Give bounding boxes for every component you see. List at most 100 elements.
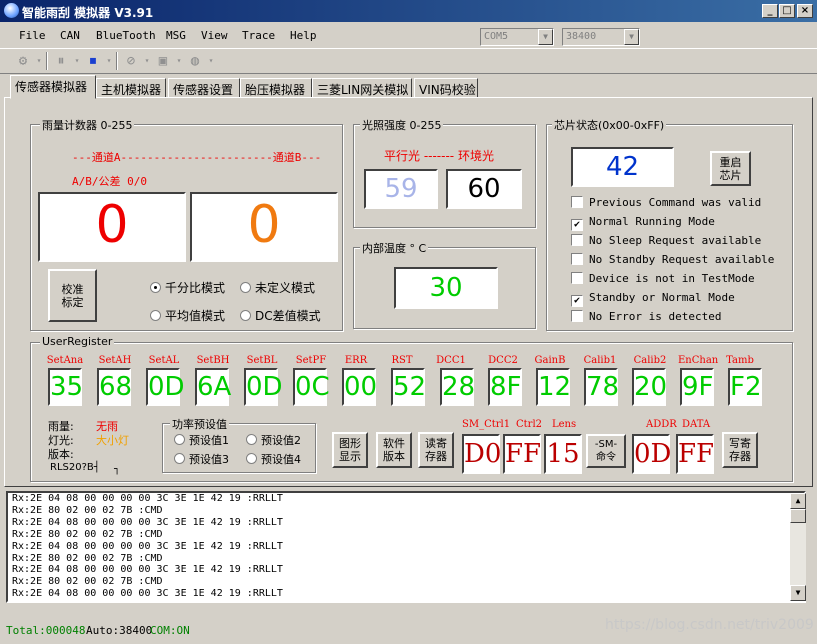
mode-permille-radio[interactable]: 千分比模式 [150,279,225,296]
ctrl2-value[interactable]: FF [503,434,541,474]
register-value[interactable]: 00 [342,368,377,406]
register-value[interactable]: 78 [584,368,619,406]
minimize-button[interactable]: _ [762,4,778,18]
ctrl2-label: Ctrl2 [516,419,543,430]
log-line: Rx:2E 80 02 00 02 7B :CMD [12,576,163,588]
mode-average-radio[interactable]: 平均值模式 [150,307,225,324]
register-value[interactable]: 20 [632,368,667,406]
software-version-button[interactable]: 软件 版本 [376,432,412,468]
register-value[interactable]: 68 [97,368,132,406]
addr-value[interactable]: 0D [632,434,671,474]
power-preset-title: 功率预设值 [170,416,229,432]
sm-ctrl1-value[interactable]: D0 [462,434,501,474]
flag-standby-normal-checkbox[interactable]: ✔ Standby or Normal Mode [571,291,735,307]
register-label: DCC1 [436,355,466,366]
log-scrollbar[interactable]: ▲ ▼ [790,493,806,601]
register-value[interactable]: 12 [536,368,571,406]
menu-view[interactable]: View [201,29,228,42]
register-value[interactable]: 0C [293,368,330,406]
flag-not-testmode-checkbox[interactable]: Device is not in TestMode [571,272,755,285]
scroll-up-icon[interactable]: ▲ [790,493,806,509]
baud-select[interactable]: 38400 ▼ [562,28,640,46]
radio-icon [150,310,161,321]
flag-previous-command-checkbox[interactable]: Previous Command was valid [571,196,761,209]
flag-no-sleep-checkbox[interactable]: No Sleep Request available [571,234,761,247]
scroll-down-icon[interactable]: ▼ [790,585,806,601]
close-button[interactable]: × [797,4,813,18]
log-line: Rx:2E 04 08 00 00 00 00 3C 3E 1E 42 19 :… [12,540,283,552]
register-value[interactable]: 0D [244,368,283,406]
chevron-down-icon[interactable]: ▾ [202,52,220,70]
menu-bluetooth[interactable]: BlueTooth [96,29,156,42]
tab-tpms-simulator[interactable]: 胎压模拟器 [240,78,312,98]
scroll-thumb[interactable] [790,509,806,523]
data-value[interactable]: FF [676,434,714,474]
checkbox-icon [571,272,583,284]
radio-icon [174,453,185,464]
register-label: Calib1 [583,355,617,366]
flag-no-error-checkbox[interactable]: No Error is detected [571,310,721,323]
menu-can[interactable]: CAN [60,29,80,42]
preset3-radio[interactable]: 预设值3 [174,451,229,467]
mode-dc-diff-radio[interactable]: DC差值模式 [240,307,321,324]
sm-command-button[interactable]: -SM- 命令 [586,434,626,468]
check-icon: ✔ [571,295,583,307]
log-line: Rx:2E 04 08 00 00 00 00 3C 3E 1E 42 19 :… [12,516,283,528]
flag-normal-running-checkbox[interactable]: ✔ Normal Running Mode [571,215,715,231]
status-total: Total:000048 [6,624,86,637]
channel-label: ---通道A-----------------------通道B--- [72,151,322,164]
log-textarea[interactable]: Rx:2E 04 08 00 00 00 00 3C 3E 1E 42 19 :… [6,491,806,603]
flag-label: Standby or Normal Mode [589,291,735,304]
register-value[interactable]: 28 [440,368,475,406]
mode-undefined-label: 未定义模式 [255,281,316,295]
read-register-button[interactable]: 读寄 存器 [418,432,454,468]
preset4-radio[interactable]: 预设值4 [246,451,301,467]
flag-label: Normal Running Mode [589,215,715,228]
mode-dc-diff-label: DC差值模式 [255,309,321,323]
log-line: Rx:2E 04 08 00 00 00 00 3C 3E 1E 42 19 :… [12,564,283,576]
tab-sensor-simulator[interactable]: 传感器模拟器 [10,75,96,99]
register-value[interactable]: 0D [146,368,185,406]
register-value[interactable]: F2 [728,368,762,406]
register-value[interactable]: 35 [48,368,83,406]
status-auto: Auto:38400 [86,624,153,637]
parallel-light-value: 59 [364,169,438,209]
calibrate-button[interactable]: 校准 标定 [48,269,97,322]
toolbar-separator [46,52,48,70]
restart-chip-button[interactable]: 重启 芯片 [710,151,751,186]
graph-display-button[interactable]: 图形 显示 [332,432,368,468]
register-value[interactable]: 9F [680,368,714,406]
flag-label: No Standby Request available [589,253,775,266]
checkbox-icon [571,253,583,265]
menu-trace[interactable]: Trace [242,29,275,42]
status-com: COM:ON [150,624,190,637]
menu-msg[interactable]: MSG [166,29,186,42]
flag-no-standby-checkbox[interactable]: No Standby Request available [571,253,774,266]
rls-label: RLS20?B┤ [50,462,100,473]
tab-vin-check[interactable]: VIN码校验 [414,78,478,98]
ambient-light-value: 60 [446,169,522,209]
user-register-title: UserRegister [40,335,115,348]
app-icon [4,3,19,18]
light-intensity-title: 光照强度 0-255 [360,117,444,133]
menu-file[interactable]: File [19,29,46,42]
tab-lin-gateway[interactable]: 三菱LIN网关模拟 [312,78,412,98]
register-value[interactable]: 52 [391,368,426,406]
register-value[interactable]: 8F [488,368,522,406]
preset1-radio[interactable]: 预设值1 [174,432,229,448]
lens-value[interactable]: 15 [544,434,582,474]
light-subtitle: 平行光 ------- 环境光 [384,149,494,163]
mode-undefined-radio[interactable]: 未定义模式 [240,279,315,296]
window-title: 智能雨刮 模拟器 V3.91 [22,6,154,20]
tab-sensor-settings[interactable]: 传感器设置 [168,78,240,98]
radio-icon [246,453,257,464]
register-value[interactable]: 6A [195,368,231,406]
flag-label: No Error is detected [589,310,722,323]
tab-host-simulator[interactable]: 主机模拟器 [96,78,166,98]
maximize-button[interactable]: □ [779,4,795,18]
port-select[interactable]: COM5 ▼ [480,28,554,46]
write-register-button[interactable]: 写寄 存器 [722,432,758,468]
flag-label: Device is not in TestMode [589,272,755,285]
menu-help[interactable]: Help [290,29,317,42]
preset2-radio[interactable]: 预设值2 [246,432,301,448]
